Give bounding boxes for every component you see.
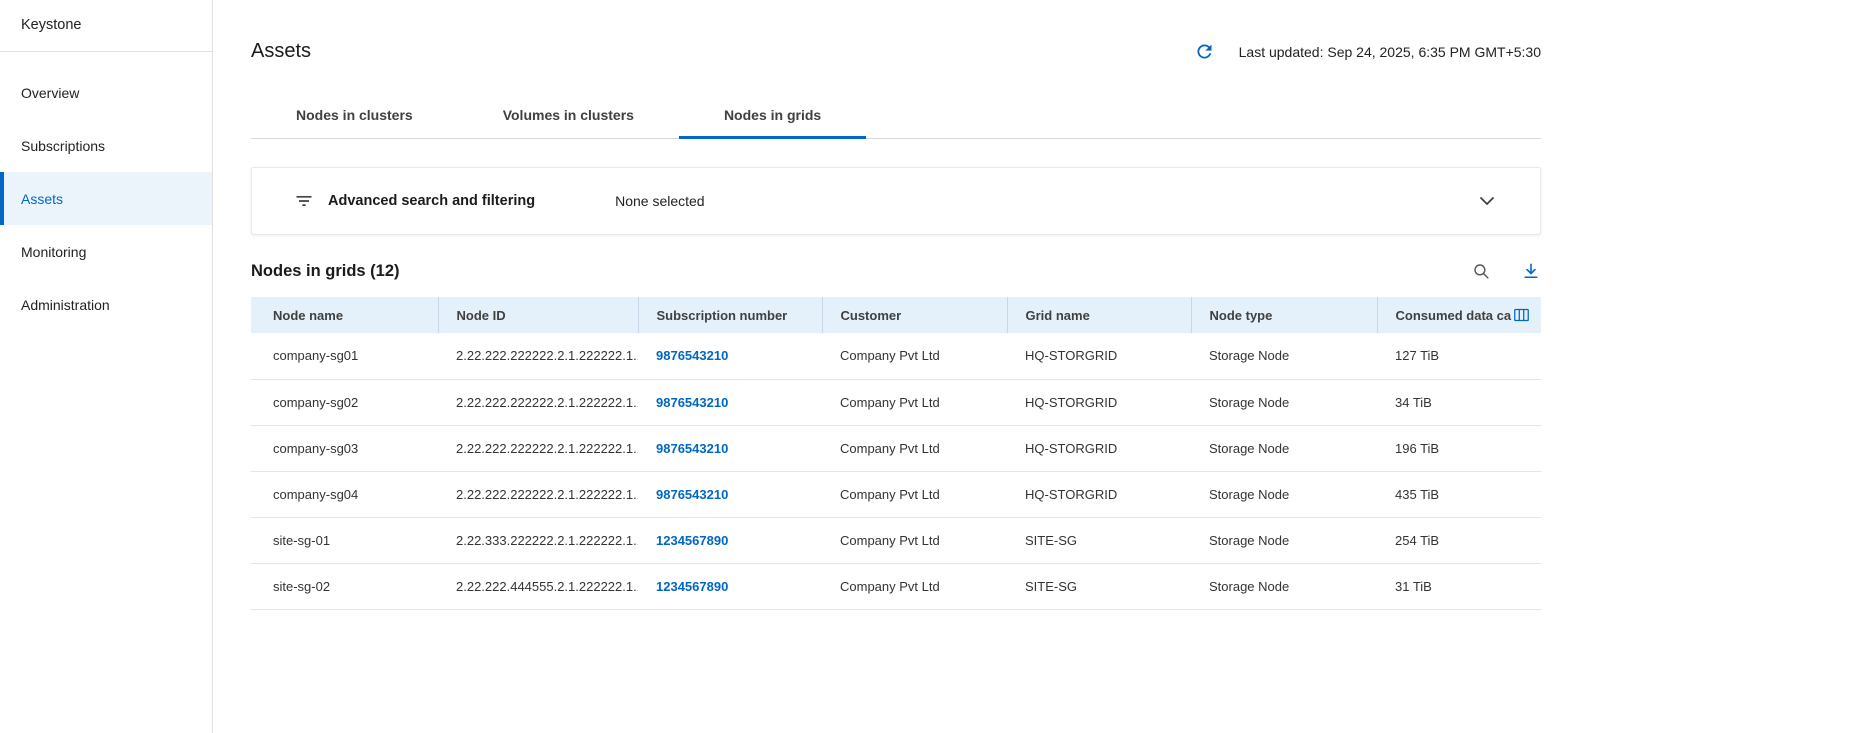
cell-grid-name: HQ-STORGRID bbox=[1007, 333, 1191, 379]
nodes-in-grids-table: Node name Node ID Subscription number Cu… bbox=[251, 297, 1541, 610]
subscription-link[interactable]: 9876543210 bbox=[656, 395, 728, 410]
table-row-company-sg02: company-sg02 2.22.222.222222.2.1.222222.… bbox=[251, 379, 1541, 425]
column-header-grid-name: Grid name bbox=[1007, 297, 1191, 333]
chevron-down-icon[interactable] bbox=[1475, 189, 1499, 213]
cell-grid-name: HQ-STORGRID bbox=[1007, 425, 1191, 471]
cell-node-name: company-sg02 bbox=[251, 379, 438, 425]
table-body: company-sg01 2.22.222.222222.2.1.222222.… bbox=[251, 333, 1541, 609]
subscription-link[interactable]: 9876543210 bbox=[656, 487, 728, 502]
tab-volumes-in-clusters[interactable]: Volumes in clusters bbox=[458, 101, 679, 138]
sidebar-divider bbox=[0, 51, 212, 52]
tab-nodes-in-clusters[interactable]: Nodes in clusters bbox=[251, 101, 458, 138]
cell-subscription-number: 1234567890 bbox=[638, 517, 822, 563]
page-header: Assets Last updated: Sep 24, 2025, 6:35 … bbox=[251, 40, 1541, 63]
app-root: Keystone Overview Subscriptions Assets M… bbox=[0, 0, 1868, 733]
cell-consumed-capacity: 254 TiB bbox=[1377, 517, 1541, 563]
cell-node-id: 2.22.222.222222.2.1.222222.1.1.1.2 bbox=[438, 379, 638, 425]
cell-customer: Company Pvt Ltd bbox=[822, 563, 1007, 609]
search-icon[interactable] bbox=[1472, 262, 1491, 281]
cell-grid-name: HQ-STORGRID bbox=[1007, 379, 1191, 425]
table-row-company-sg01: company-sg01 2.22.222.222222.2.1.222222.… bbox=[251, 333, 1541, 379]
tab-nodes-in-grids[interactable]: Nodes in grids bbox=[679, 101, 866, 138]
app-title: Keystone bbox=[0, 17, 212, 51]
subscription-link[interactable]: 9876543210 bbox=[656, 441, 728, 456]
filter-selection-text: None selected bbox=[615, 193, 705, 209]
cell-subscription-number: 9876543210 bbox=[638, 425, 822, 471]
table-toolbar: Nodes in grids (12) bbox=[251, 261, 1541, 281]
cell-node-id: 2.22.222.222222.2.1.222222.1.1.1.3 bbox=[438, 425, 638, 471]
table-header: Node name Node ID Subscription number Cu… bbox=[251, 297, 1541, 333]
sidebar-nav: Overview Subscriptions Assets Monitoring… bbox=[0, 66, 212, 331]
page-title: Assets bbox=[251, 40, 311, 63]
cell-node-id: 2.22.333.222222.2.1.222222.1.1.1.1 bbox=[438, 517, 638, 563]
cell-node-type: Storage Node bbox=[1191, 379, 1377, 425]
cell-node-name: site-sg-02 bbox=[251, 563, 438, 609]
cell-subscription-number: 9876543210 bbox=[638, 379, 822, 425]
sidebar-item-administration[interactable]: Administration bbox=[0, 278, 212, 331]
advanced-search-label: Advanced search and filtering bbox=[328, 193, 535, 209]
cell-customer: Company Pvt Ltd bbox=[822, 379, 1007, 425]
cell-node-id: 2.22.222.222222.2.1.222222.1.1.1.1 bbox=[438, 333, 638, 379]
sidebar-item-overview[interactable]: Overview bbox=[0, 66, 212, 119]
cell-subscription-number: 9876543210 bbox=[638, 471, 822, 517]
cell-node-type: Storage Node bbox=[1191, 471, 1377, 517]
cell-customer: Company Pvt Ltd bbox=[822, 425, 1007, 471]
cell-node-type: Storage Node bbox=[1191, 425, 1377, 471]
sidebar-item-subscriptions[interactable]: Subscriptions bbox=[0, 119, 212, 172]
cell-consumed-capacity: 435 TiB bbox=[1377, 471, 1541, 517]
last-updated-text: Last updated: Sep 24, 2025, 6:35 PM GMT+… bbox=[1239, 44, 1541, 60]
cell-consumed-capacity: 34 TiB bbox=[1377, 379, 1541, 425]
cell-node-type: Storage Node bbox=[1191, 563, 1377, 609]
main-content: Assets Last updated: Sep 24, 2025, 6:35 … bbox=[213, 0, 1868, 733]
column-header-subscription-number: Subscription number bbox=[638, 297, 822, 333]
column-header-consumed-data: Consumed data ca bbox=[1377, 297, 1541, 333]
cell-grid-name: HQ-STORGRID bbox=[1007, 471, 1191, 517]
table-actions bbox=[1472, 261, 1541, 281]
subscription-link[interactable]: 1234567890 bbox=[656, 579, 728, 594]
subscription-link[interactable]: 1234567890 bbox=[656, 533, 728, 548]
sidebar-item-monitoring[interactable]: Monitoring bbox=[0, 225, 212, 278]
sidebar: Keystone Overview Subscriptions Assets M… bbox=[0, 0, 213, 733]
sidebar-item-assets[interactable]: Assets bbox=[0, 172, 212, 225]
subscription-link[interactable]: 9876543210 bbox=[656, 348, 728, 363]
cell-subscription-number: 1234567890 bbox=[638, 563, 822, 609]
cell-grid-name: SITE-SG bbox=[1007, 563, 1191, 609]
cell-customer: Company Pvt Ltd bbox=[822, 471, 1007, 517]
cell-consumed-capacity: 31 TiB bbox=[1377, 563, 1541, 609]
last-updated-area: Last updated: Sep 24, 2025, 6:35 PM GMT+… bbox=[1194, 41, 1541, 62]
column-header-customer: Customer bbox=[822, 297, 1007, 333]
table-title: Nodes in grids (12) bbox=[251, 262, 400, 281]
column-header-node-type: Node type bbox=[1191, 297, 1377, 333]
cell-node-name: site-sg-01 bbox=[251, 517, 438, 563]
cell-consumed-capacity: 196 TiB bbox=[1377, 425, 1541, 471]
cell-node-id: 2.22.222.444555.2.1.222222.1.1.1.1 bbox=[438, 563, 638, 609]
cell-customer: Company Pvt Ltd bbox=[822, 517, 1007, 563]
advanced-search-panel[interactable]: Advanced search and filtering None selec… bbox=[251, 167, 1541, 235]
cell-node-type: Storage Node bbox=[1191, 333, 1377, 379]
cell-grid-name: SITE-SG bbox=[1007, 517, 1191, 563]
cell-node-name: company-sg03 bbox=[251, 425, 438, 471]
table-row-site-sg-02: site-sg-02 2.22.222.444555.2.1.222222.1.… bbox=[251, 563, 1541, 609]
filter-icon bbox=[294, 191, 314, 211]
column-header-node-name: Node name bbox=[251, 297, 438, 333]
columns-icon[interactable] bbox=[1512, 306, 1531, 325]
cell-node-type: Storage Node bbox=[1191, 517, 1377, 563]
cell-customer: Company Pvt Ltd bbox=[822, 333, 1007, 379]
download-icon[interactable] bbox=[1521, 261, 1541, 281]
cell-subscription-number: 9876543210 bbox=[638, 333, 822, 379]
refresh-icon[interactable] bbox=[1194, 41, 1215, 62]
column-header-node-id: Node ID bbox=[438, 297, 638, 333]
table-row-site-sg-01: site-sg-01 2.22.333.222222.2.1.222222.1.… bbox=[251, 517, 1541, 563]
cell-node-name: company-sg04 bbox=[251, 471, 438, 517]
cell-consumed-capacity: 127 TiB bbox=[1377, 333, 1541, 379]
cell-node-id: 2.22.222.222222.2.1.222222.1.1.1.4 bbox=[438, 471, 638, 517]
table-row-company-sg03: company-sg03 2.22.222.222222.2.1.222222.… bbox=[251, 425, 1541, 471]
table-row-company-sg04: company-sg04 2.22.222.222222.2.1.222222.… bbox=[251, 471, 1541, 517]
tab-bar: Nodes in clusters Volumes in clusters No… bbox=[251, 101, 1541, 139]
cell-node-name: company-sg01 bbox=[251, 333, 438, 379]
